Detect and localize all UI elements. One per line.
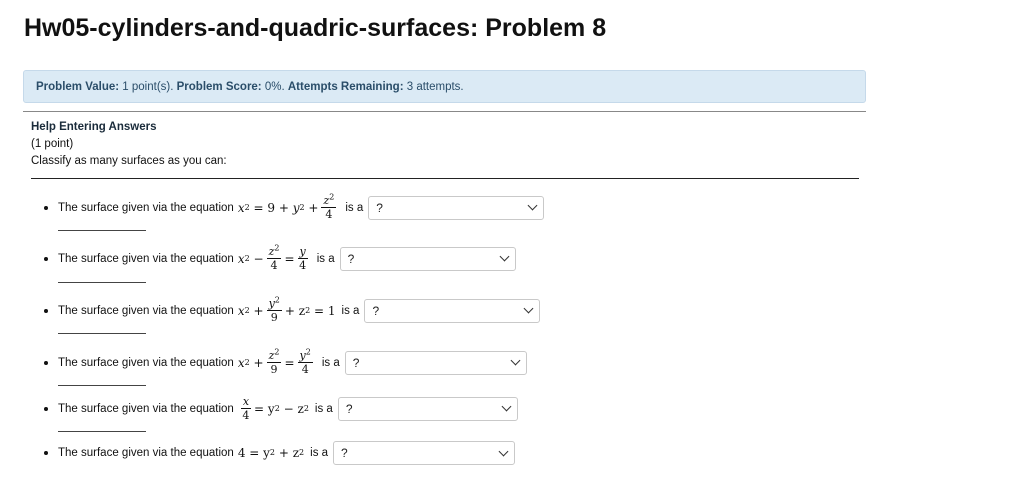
problem-points: (1 point) — [31, 138, 74, 150]
surface-type-select[interactable]: ? — [337, 396, 518, 421]
problem-value-label: Problem Value: — [36, 81, 120, 93]
bullet-icon — [44, 451, 48, 455]
question-5: The surface given via the equation x4 = … — [44, 396, 518, 421]
surface-type-select[interactable]: ? — [368, 195, 545, 220]
help-entering-answers-link[interactable]: Help Entering Answers — [31, 121, 156, 133]
surface-type-select[interactable]: ? — [339, 246, 516, 271]
question-4: The surface given via the equation x2 + … — [44, 347, 527, 376]
chevron-down-icon — [498, 446, 509, 456]
question-prefix: The surface given via the equation — [58, 304, 234, 317]
problem-score-label: Problem Score: — [176, 81, 262, 93]
question-3: The surface given via the equation x2 + … — [44, 295, 541, 324]
problem-instructions: Classify as many surfaces as you can: — [31, 155, 227, 167]
select-value: ? — [372, 303, 380, 318]
question-prefix: The surface given via the equation — [58, 201, 234, 214]
chevron-down-icon — [501, 401, 512, 412]
question-prefix: The surface given via the equation — [58, 252, 234, 265]
question-suffix: is a — [345, 201, 364, 214]
divider — [31, 178, 859, 179]
chevron-down-icon — [510, 355, 521, 366]
answer-line — [58, 431, 146, 432]
answer-line — [58, 385, 146, 386]
question-suffix: is a — [314, 402, 333, 415]
chevron-down-icon — [527, 200, 538, 211]
equation-5: x4 = y2 − z2 — [240, 395, 309, 422]
page-title: Hw05-cylinders-and-quadric-surfaces: Pro… — [24, 14, 607, 42]
equation-1: x2 = 9 + y2 + z2 4 — [237, 192, 337, 221]
bullet-icon — [44, 360, 48, 365]
attempts-remaining: 3 attempts. — [406, 81, 464, 93]
question-suffix: is a — [321, 356, 340, 369]
select-value: ? — [376, 200, 383, 215]
surface-type-select[interactable]: ? — [364, 298, 541, 323]
bullet-icon — [44, 205, 48, 210]
question-6: The surface given via the equation 4 = y… — [44, 441, 516, 465]
problem-score: 0%. — [264, 81, 285, 93]
question-prefix: The surface given via the equation — [58, 447, 234, 459]
question-1: The surface given via the equation x2 = … — [44, 192, 545, 221]
select-value: ? — [347, 251, 355, 266]
question-suffix: is a — [310, 447, 329, 459]
surface-type-select[interactable]: ? — [333, 441, 516, 465]
divider — [23, 111, 866, 112]
equation-3: x2 + y2 9 + z2 = 1 — [237, 295, 336, 324]
select-value: ? — [352, 355, 360, 370]
question-prefix: The surface given via the equation — [58, 402, 234, 415]
question-suffix: is a — [316, 252, 335, 265]
bullet-icon — [44, 256, 48, 261]
select-value: ? — [341, 446, 348, 460]
question-2: The surface given via the equation x2 − … — [44, 243, 516, 272]
answer-line — [58, 282, 146, 283]
question-suffix: is a — [341, 304, 360, 317]
equation-2: x2 − z2 4 = y4 — [237, 243, 308, 272]
problem-value: 1 point(s). — [122, 81, 174, 93]
chevron-down-icon — [523, 303, 534, 314]
question-prefix: The surface given via the equation — [58, 356, 234, 369]
select-value: ? — [345, 401, 353, 416]
answer-line — [58, 333, 146, 334]
chevron-down-icon — [499, 251, 510, 262]
attempts-label: Attempts Remaining: — [287, 81, 404, 93]
answer-line — [58, 230, 146, 231]
bullet-icon — [44, 406, 48, 411]
problem-info-box: Problem Value: 1 point(s). Problem Score… — [23, 70, 866, 103]
equation-6: 4 = y2 + z2 — [237, 446, 305, 460]
bullet-icon — [44, 308, 48, 313]
equation-4: x2 + z2 9 = y2 4 — [237, 347, 313, 376]
surface-type-select[interactable]: ? — [344, 350, 527, 375]
